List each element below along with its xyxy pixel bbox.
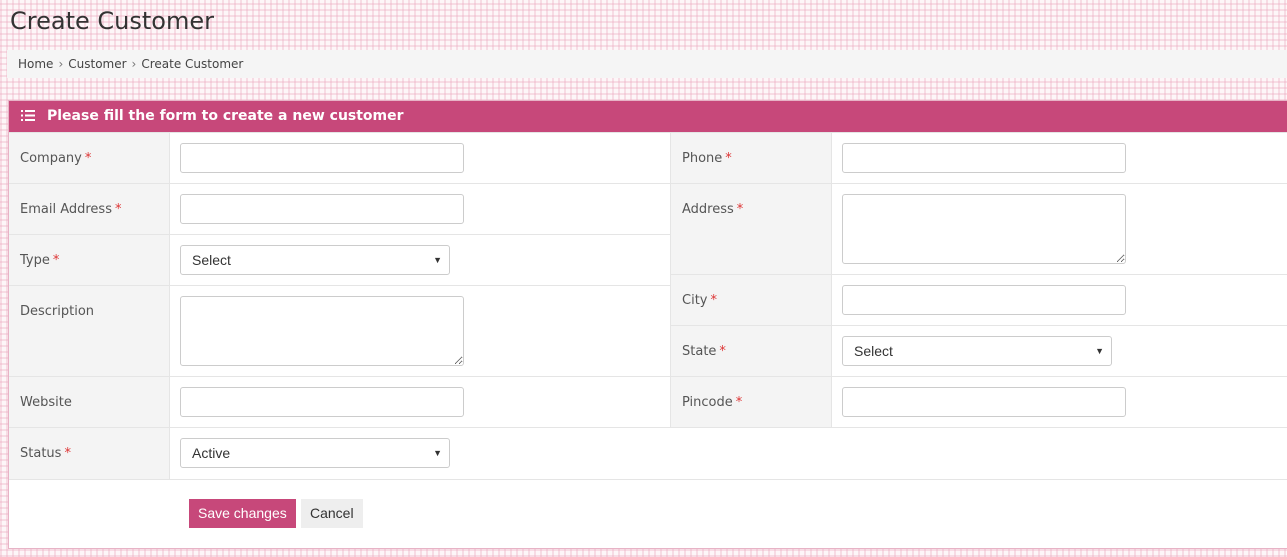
description-textarea[interactable] [180,296,464,366]
city-label: City * [671,275,832,325]
save-button[interactable]: Save changes [189,499,296,528]
address-row: Address * [670,183,1287,274]
website-label: Website [9,377,170,427]
breadcrumb-customer[interactable]: Customer [68,57,126,71]
page-title: Create Customer [10,7,214,35]
phone-input[interactable] [842,143,1126,173]
description-row: Description [9,285,670,376]
caret-down-icon: ▼ [433,255,442,265]
state-label: State * [671,326,832,376]
form-actions: Save changes Cancel [9,479,1287,549]
state-select[interactable]: Select ▼ [842,336,1112,366]
city-input[interactable] [842,285,1126,315]
address-textarea[interactable] [842,194,1126,264]
breadcrumb-separator: › [58,57,64,71]
email-input[interactable] [180,194,464,224]
company-input[interactable] [180,143,464,173]
panel-header: Please fill the form to create a new cus… [9,101,1287,132]
breadcrumb-current: Create Customer [141,57,244,71]
address-label: Address * [671,184,832,274]
website-row: Website [9,376,670,427]
status-select[interactable]: Active ▼ [180,438,450,468]
panel-title: Please fill the form to create a new cus… [47,108,404,124]
company-label: Company * [9,133,170,183]
city-row: City * [670,274,1287,325]
status-label: Status * [9,428,170,479]
type-label: Type * [9,235,170,285]
type-select[interactable]: Select ▼ [180,245,450,275]
caret-down-icon: ▼ [433,448,442,458]
company-row: Company * [9,132,670,183]
pincode-label: Pincode * [671,377,832,427]
create-customer-panel: Please fill the form to create a new cus… [8,100,1287,549]
caret-down-icon: ▼ [1095,346,1104,356]
pincode-row: Pincode * [670,376,1287,427]
email-label: Email Address * [9,184,170,234]
type-row: Type * Select ▼ [9,234,670,285]
list-icon [21,110,35,121]
phone-label: Phone * [671,133,832,183]
breadcrumb: Home › Customer › Create Customer [7,50,1287,78]
website-input[interactable] [180,387,464,417]
breadcrumb-home[interactable]: Home [18,57,53,71]
description-label: Description [9,286,170,376]
breadcrumb-separator: › [131,57,137,71]
status-row: Status * Active ▼ [9,427,1287,479]
pincode-input[interactable] [842,387,1126,417]
phone-row: Phone * [670,132,1287,183]
cancel-button[interactable]: Cancel [301,499,363,528]
state-row: State * Select ▼ [670,325,1287,376]
email-row: Email Address * [9,183,670,234]
